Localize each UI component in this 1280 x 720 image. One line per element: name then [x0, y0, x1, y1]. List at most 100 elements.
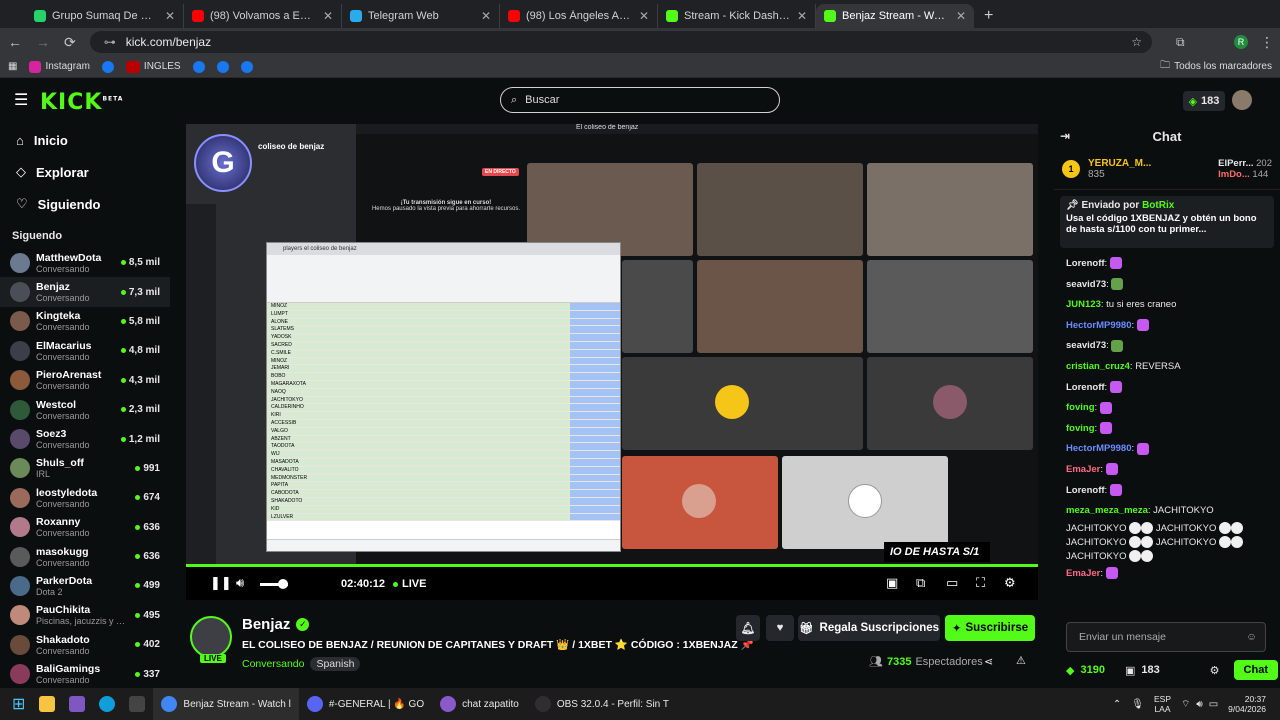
browser-tab[interactable]: (98) Volvamos a Empezar - You ✕: [184, 4, 342, 28]
sidebar-item-siguiendo[interactable]: ♡ Siguiendo: [0, 188, 170, 220]
chat-message[interactable]: Lorenoff:: [1066, 254, 1268, 275]
close-tab-icon[interactable]: ✕: [323, 9, 333, 23]
pinned-message[interactable]: 📌︎ Enviado por BotRix Usa el código 1XBE…: [1060, 196, 1274, 248]
share-icon[interactable]: ⋖: [984, 655, 993, 668]
chat-send-button[interactable]: Chat: [1233, 660, 1278, 680]
bell-icon[interactable]: 🔔︎: [736, 615, 760, 641]
chat-input[interactable]: Enviar un mensaje ☺: [1066, 622, 1266, 652]
category-link[interactable]: Conversando: [242, 658, 304, 670]
theater-icon[interactable]: ▣: [886, 575, 898, 591]
file-explorer-icon[interactable]: [39, 696, 56, 712]
copilot-icon[interactable]: [69, 696, 86, 712]
all-bookmarks[interactable]: 🗀 Todos los marcadores: [1160, 58, 1272, 75]
profile-avatar[interactable]: R: [1234, 35, 1248, 49]
mic-icon[interactable]: 🎙︎: [1131, 699, 1144, 710]
channel-item[interactable]: PauChikita Piscinas, jacuzzis y bi... 495: [0, 601, 170, 630]
leader-first[interactable]: YERUZA_M... 835: [1088, 158, 1151, 180]
streamer-name[interactable]: Benjaz ✓: [242, 616, 310, 633]
chat-message[interactable]: seavid73:: [1066, 275, 1268, 296]
url-field[interactable]: ⊶ kick.com/benjaz ☆: [89, 31, 1152, 53]
chat-message[interactable]: HectorMP9980:: [1066, 316, 1268, 337]
tray-chevron-icon[interactable]: ⌃: [1113, 699, 1121, 710]
settings-gear-icon[interactable]: ⚙: [1004, 575, 1016, 591]
star-icon[interactable]: ☆: [1131, 35, 1142, 49]
language-tag[interactable]: Spanish: [310, 657, 361, 671]
pip-icon[interactable]: ▭: [946, 575, 958, 591]
channel-item[interactable]: Roxanny Conversando 636: [0, 513, 170, 542]
new-tab-icon[interactable]: +: [974, 7, 1003, 28]
chat-message[interactable]: JUN123: tu si eres craneo: [1066, 295, 1268, 316]
forward-icon[interactable]: →: [36, 34, 50, 50]
channel-item[interactable]: leostyledota Conversando 674: [0, 483, 170, 512]
bookmark-ingles[interactable]: INGLES: [125, 60, 181, 73]
channel-item[interactable]: Benjaz Conversando 7,3 mil: [0, 277, 170, 307]
chat-message[interactable]: seavid73:: [1066, 336, 1268, 357]
chat-message[interactable]: Lorenoff:: [1066, 481, 1268, 502]
bookmark-instagram[interactable]: Instagram: [29, 60, 90, 73]
edge-icon[interactable]: [99, 696, 116, 712]
channel-item[interactable]: ElMacarius Conversando 4,8 mil: [0, 336, 170, 365]
channel-item[interactable]: MatthewDota Conversando 8,5 mil: [0, 248, 170, 277]
back-icon[interactable]: ←: [8, 34, 22, 50]
clock[interactable]: 20:37 9/04/2026: [1228, 694, 1266, 714]
close-tab-icon[interactable]: ✕: [639, 9, 649, 23]
facebook-icon[interactable]: [240, 60, 253, 73]
fullscreen-icon[interactable]: ⛶: [976, 575, 985, 591]
taskbar-app[interactable]: #-GENERAL | 🔥 GO: [299, 688, 432, 720]
close-tab-icon[interactable]: ✕: [797, 9, 807, 23]
browser-tab[interactable]: Grupo Sumaq De Crispin Alegr ✕: [26, 4, 184, 28]
streamer-avatar[interactable]: [190, 616, 232, 658]
close-tab-icon[interactable]: ✕: [956, 9, 966, 23]
menu-dots-icon[interactable]: ⋮: [1260, 34, 1274, 51]
channel-item[interactable]: PieroArenast Conversando 4,3 mil: [0, 366, 170, 395]
facebook-icon[interactable]: [101, 60, 114, 73]
channel-item[interactable]: masokugg Conversando 636: [0, 542, 170, 571]
progress-bar[interactable]: [186, 564, 1038, 567]
channel-item[interactable]: BaliGamings Conversando 337: [0, 659, 170, 688]
channel-item[interactable]: Westcol Conversando 2,3 mil: [0, 395, 170, 424]
channel-item[interactable]: Kingteka Conversando 5,8 mil: [0, 307, 170, 336]
chat-message[interactable]: cristian_cruz4: REVERSA: [1066, 357, 1268, 378]
channel-item[interactable]: ParkerDota Dota 2 499: [0, 571, 170, 600]
taskbar-app[interactable]: chat zapatito: [432, 688, 527, 720]
channel-item[interactable]: Shakadoto Conversando 402: [0, 630, 170, 659]
reload-icon[interactable]: ⟳: [64, 34, 76, 51]
user-avatar[interactable]: [1232, 90, 1252, 110]
stream-video[interactable]: G coliseo de benjaz El coliseo de benjaz…: [186, 124, 1038, 564]
taskbar-app[interactable]: Benjaz Stream - Watch l: [153, 688, 299, 720]
chat-message[interactable]: EmaJer:: [1066, 564, 1268, 585]
browser-tab[interactable]: (98) Los Ángeles Azules - Nunc ✕: [500, 4, 658, 28]
channel-item[interactable]: Soez3 Conversando 1,2 mil: [0, 424, 170, 453]
chat-settings-icon[interactable]: ⚙: [1210, 664, 1220, 677]
video-player[interactable]: G coliseo de benjaz El coliseo de benjaz…: [186, 124, 1038, 600]
chat-message[interactable]: foving:: [1066, 419, 1268, 440]
emote-icon[interactable]: ☺: [1246, 631, 1257, 643]
volume-icon[interactable]: 🔊︎: [236, 575, 244, 591]
sidebar-item-explorar[interactable]: ◇ Explorar: [0, 156, 170, 188]
taskbar-app[interactable]: OBS 32.0.4 - Perfil: Sin T: [527, 688, 677, 720]
close-tab-icon[interactable]: ✕: [481, 9, 491, 23]
gift-subs-button[interactable]: 🎁︎ Regala Suscripciones: [798, 615, 940, 641]
chat-message[interactable]: meza_meza_meza: JACHITOKYO: [1066, 501, 1268, 522]
search-input[interactable]: ⌕ Buscar: [500, 87, 780, 113]
chat-message[interactable]: HectorMP9980:: [1066, 439, 1268, 460]
store-icon[interactable]: [129, 696, 146, 712]
chat-kicks[interactable]: 183: [1141, 664, 1159, 676]
clip-icon[interactable]: ⧉: [916, 575, 925, 591]
kick-logo[interactable]: KICKBETA: [40, 90, 123, 115]
collapse-chat-icon[interactable]: ⇥: [1060, 129, 1070, 143]
report-icon[interactable]: ⚠: [1016, 654, 1026, 667]
facebook-icon[interactable]: [216, 60, 229, 73]
pause-icon[interactable]: ❚❚: [210, 575, 232, 591]
hamburger-menu-icon[interactable]: ☰: [14, 90, 28, 110]
volume-slider[interactable]: [260, 579, 288, 589]
network-icon[interactable]: ⌔: [1181, 698, 1190, 711]
kicks-balance-button[interactable]: ◈ 183: [1183, 91, 1225, 111]
battery-icon[interactable]: ▭: [1209, 699, 1218, 710]
chat-message[interactable]: foving:: [1066, 398, 1268, 419]
subscribe-button[interactable]: ✦ Suscribirse: [945, 615, 1035, 641]
apps-grid-icon[interactable]: ▦: [8, 61, 17, 72]
facebook-icon[interactable]: [192, 60, 205, 73]
browser-tab[interactable]: Telegram Web ✕: [342, 4, 500, 28]
windows-start-icon[interactable]: ⊞: [12, 694, 25, 714]
